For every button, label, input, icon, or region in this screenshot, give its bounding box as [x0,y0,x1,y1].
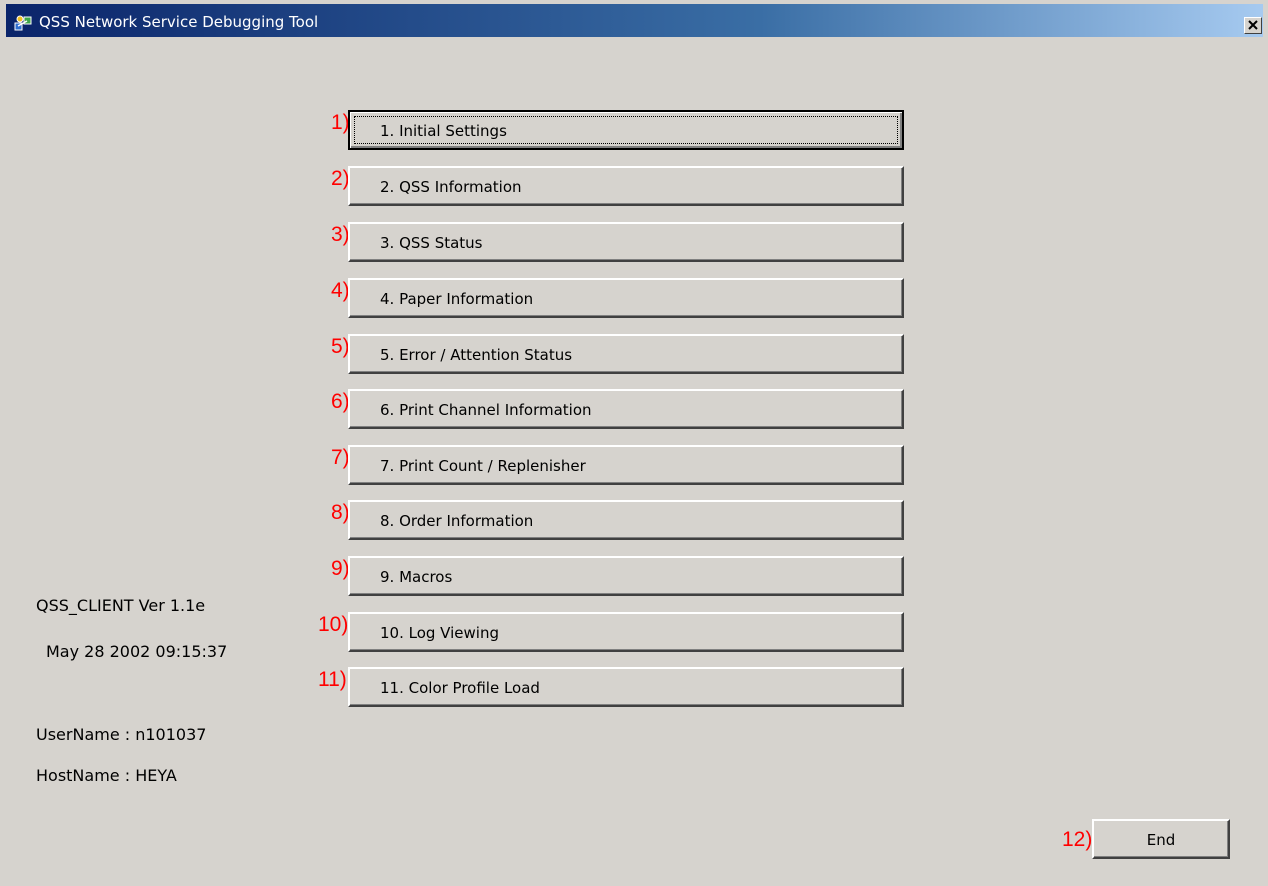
hostname-label: HostName : HEYA [36,766,177,785]
button-label: 1. Initial Settings [380,122,507,140]
error-attention-status-button[interactable]: 5. Error / Attention Status [348,334,904,374]
window-title: QSS Network Service Debugging Tool [39,13,319,31]
marker-9: 9) [331,557,350,580]
log-viewing-button[interactable]: 10. Log Viewing [348,612,904,652]
marker-8: 8) [331,501,350,524]
button-label: 8. Order Information [380,512,534,530]
marker-4: 4) [331,279,350,302]
qss-status-button[interactable]: 3. QSS Status [348,222,904,262]
print-count-replenisher-button[interactable]: 7. Print Count / Replenisher [348,445,904,485]
button-label: 5. Error / Attention Status [380,346,573,364]
button-label: 10. Log Viewing [380,624,499,642]
button-label: 11. Color Profile Load [380,679,540,697]
build-date-label: May 28 2002 09:15:37 [46,642,228,661]
macros-button[interactable]: 9. Macros [348,556,904,596]
marker-6: 6) [331,390,350,413]
marker-1: 1) [331,111,350,134]
username-label: UserName : n101037 [36,725,207,744]
button-label: 2. QSS Information [380,178,522,196]
button-label: 3. QSS Status [380,234,483,252]
button-label: End [1146,831,1176,849]
marker-11: 11) [318,668,347,691]
app-icon [14,15,32,31]
end-button[interactable]: End [1092,819,1230,859]
button-label: 6. Print Channel Information [380,401,592,419]
title-bar[interactable]: QSS Network Service Debugging Tool [6,4,1263,37]
close-icon [1248,20,1258,30]
marker-5: 5) [331,335,350,358]
marker-10: 10) [318,613,349,636]
marker-3: 3) [331,223,350,246]
close-button[interactable] [1244,17,1262,34]
button-label: 9. Macros [380,568,453,586]
initial-settings-button[interactable]: 1. Initial Settings [348,110,904,150]
marker-2: 2) [331,167,350,190]
button-label: 4. Paper Information [380,290,534,308]
order-information-button[interactable]: 8. Order Information [348,500,904,540]
button-label: 7. Print Count / Replenisher [380,457,586,475]
print-channel-information-button[interactable]: 6. Print Channel Information [348,389,904,429]
paper-information-button[interactable]: 4. Paper Information [348,278,904,318]
main-window: QSS Network Service Debugging Tool 1) 1.… [0,0,1268,886]
qss-information-button[interactable]: 2. QSS Information [348,166,904,206]
color-profile-load-button[interactable]: 11. Color Profile Load [348,667,904,707]
version-label: QSS_CLIENT Ver 1.1e [36,596,206,615]
marker-7: 7) [331,446,350,469]
marker-12: 12) [1062,828,1093,851]
